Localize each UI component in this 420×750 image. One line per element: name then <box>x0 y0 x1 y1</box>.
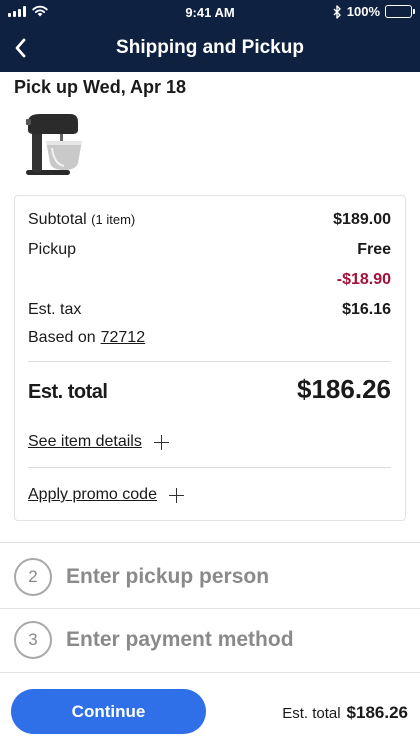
step-pickup-person[interactable]: 2 Enter pickup person <box>14 558 269 596</box>
estimated-total-value: $186.26 <box>297 374 391 404</box>
tax-value: $16.16 <box>342 301 391 318</box>
checkout-content: Pick up Wed, Apr 18 Subtotal (1 item) $1… <box>0 72 420 672</box>
subtotal-row: Subtotal (1 item) $189.00 <box>28 211 391 229</box>
step-number-badge: 2 <box>14 558 52 596</box>
continue-button[interactable]: Continue <box>11 689 206 734</box>
battery-icon <box>385 5 415 18</box>
see-item-details-link[interactable]: See item details <box>28 433 169 451</box>
header: Shipping and Pickup <box>0 26 420 72</box>
footer-total: Est. total $186.26 <box>282 703 408 723</box>
stand-mixer-image <box>26 114 82 175</box>
step-payment-method[interactable]: 3 Enter payment method <box>14 621 294 659</box>
plus-icon[interactable] <box>168 487 184 503</box>
footer-total-value: $186.26 <box>346 703 408 722</box>
plus-icon[interactable] <box>153 434 169 450</box>
pickup-label: Pickup <box>28 241 77 258</box>
apply-promo-code-label[interactable]: Apply promo code <box>28 486 157 504</box>
divider <box>28 467 391 468</box>
estimated-total-label: Est. total <box>28 381 108 403</box>
battery-percent: 100% <box>346 4 380 19</box>
divider <box>0 608 420 609</box>
pickup-value: Free <box>357 241 391 258</box>
step-label: Enter payment method <box>66 628 294 651</box>
tax-row: Est. tax $16.16 <box>28 301 391 319</box>
status-bar: 9:41 AM 100% <box>0 0 420 26</box>
step-number-badge: 3 <box>14 621 52 659</box>
subtotal-label: Subtotal <box>28 211 87 228</box>
see-item-details-label[interactable]: See item details <box>28 433 142 451</box>
apply-promo-code-link[interactable]: Apply promo code <box>28 486 184 504</box>
pickup-date-heading: Pick up Wed, Apr 18 <box>14 77 187 97</box>
based-on-label: Based on <box>28 329 96 346</box>
order-summary-card: Subtotal (1 item) $189.00 Pickup Free -$… <box>14 195 406 521</box>
bluetooth-icon <box>333 4 341 19</box>
pickup-row: Pickup Free <box>28 241 391 259</box>
discount-value: -$18.90 <box>336 271 391 288</box>
page-title: Shipping and Pickup <box>116 37 304 58</box>
checkout-footer: Continue Est. total $186.26 <box>0 672 420 750</box>
footer-total-label: Est. total <box>282 705 341 722</box>
subtotal-value: $189.00 <box>333 211 391 228</box>
zip-code-link[interactable]: 72712 <box>101 329 146 347</box>
estimated-total-row: Est. total $186.26 <box>28 374 391 405</box>
divider <box>28 361 391 362</box>
divider <box>0 542 420 543</box>
tax-location-row: Based on 72712 <box>28 329 391 347</box>
discount-row: -$18.90 <box>28 271 391 289</box>
subtotal-item-count: (1 item) <box>91 212 136 227</box>
tax-label: Est. tax <box>28 301 82 318</box>
step-label: Enter pickup person <box>66 565 270 588</box>
